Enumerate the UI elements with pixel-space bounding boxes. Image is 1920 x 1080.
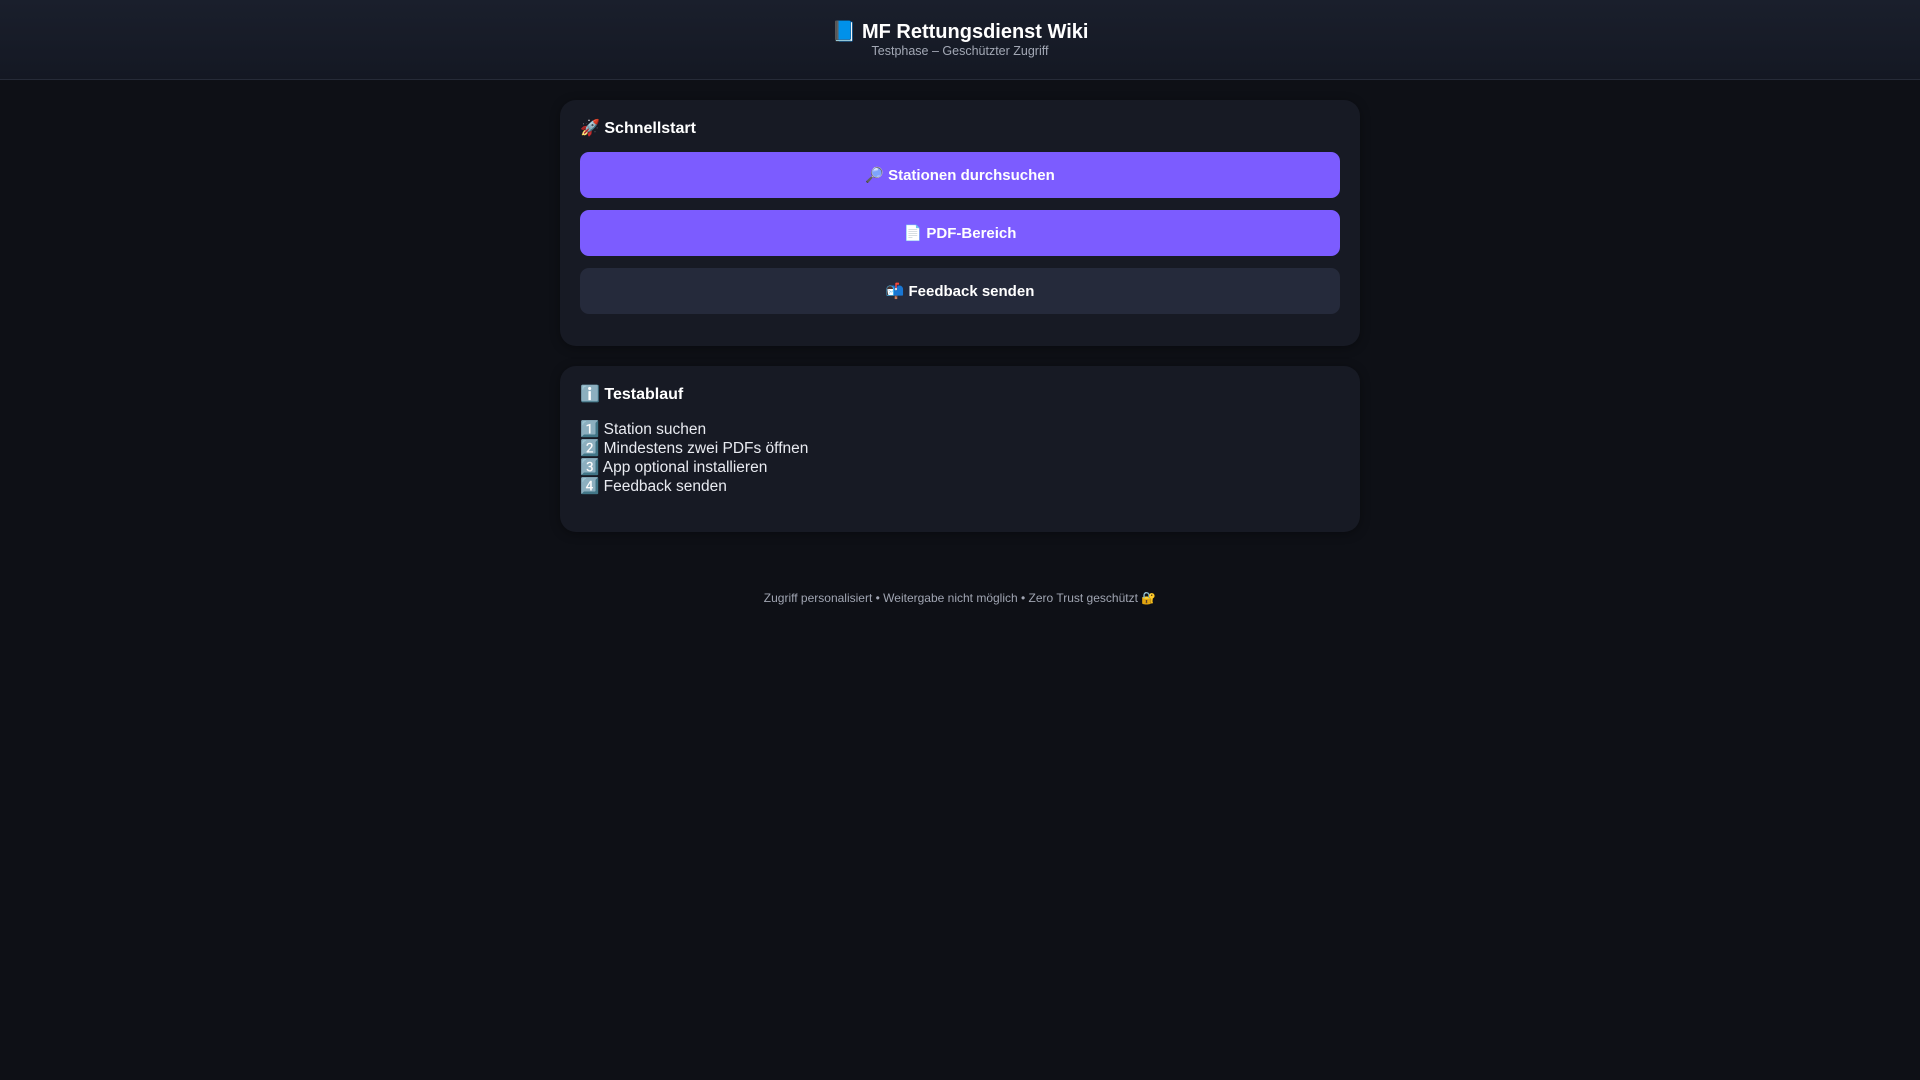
testablauf-title: ℹ️ Testablauf — [580, 386, 684, 403]
search-stations-button[interactable]: 🔎 Stationen durchsuchen — [580, 152, 1340, 198]
send-feedback-button[interactable]: 📬 Feedback senden — [580, 268, 1340, 314]
page-subtitle: Testphase – Geschützter Zugriff — [871, 44, 1049, 58]
steps-list: 1️⃣ Station suchen 2️⃣ Mindestens zwei P… — [580, 420, 808, 496]
quickstart-title: 🚀 Schnellstart — [580, 120, 696, 137]
footer-note: Zugriff personalisiert • Weitergabe nich… — [763, 591, 1157, 605]
list-item: 3️⃣ App optional installieren — [580, 459, 768, 476]
app-header: 📘 MF Rettungsdienst Wiki Testphase – Ges… — [0, 0, 1920, 80]
list-item: 4️⃣ Feedback senden — [580, 478, 727, 495]
list-item: 2️⃣ Mindestens zwei PDFs öffnen — [580, 440, 809, 457]
list-item: 1️⃣ Station suchen — [580, 421, 707, 438]
quickstart-card: 🚀 Schnellstart 🔎 Stationen durchsuchen 📄… — [560, 100, 1360, 346]
pdf-area-button[interactable]: 📄 PDF-Bereich — [580, 210, 1340, 256]
testablauf-card: ℹ️ Testablauf 1️⃣ Station suchen 2️⃣ Min… — [560, 366, 1360, 532]
page-title: 📘 MF Rettungsdienst Wiki — [831, 21, 1089, 43]
